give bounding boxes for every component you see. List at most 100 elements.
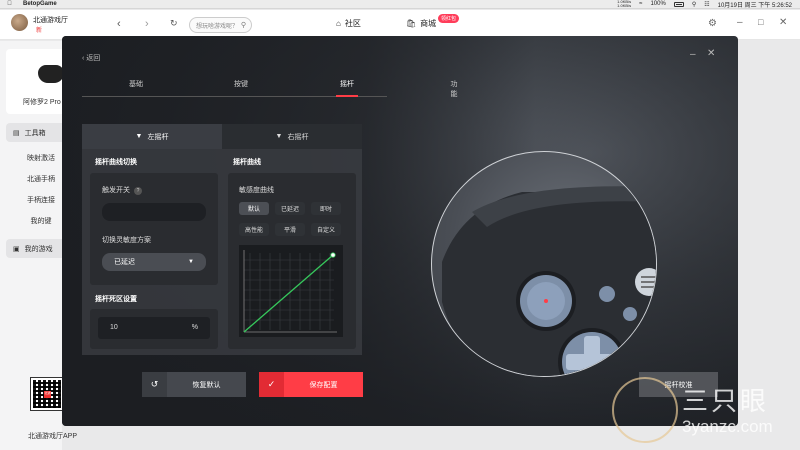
- curve-box: 敏感度曲线 默认 已延迟 即时 高性能 平滑 自定义: [228, 173, 356, 349]
- dpad-horizontal: [566, 354, 618, 370]
- right-stick-icon: ▼: [275, 133, 283, 140]
- maximize-icon[interactable]: □: [758, 17, 763, 27]
- nav-community-label: 社区: [344, 19, 361, 28]
- tab-basic[interactable]: 基础: [129, 79, 143, 89]
- game-controller-icon: ▣: [13, 245, 20, 253]
- nav-mall-label: 商城: [420, 19, 437, 28]
- sidebar-toolbox-label: 工具箱: [24, 129, 46, 137]
- dialog-back-label: 返回: [86, 55, 101, 62]
- minimize-icon[interactable]: –: [737, 17, 743, 28]
- control-center-icon[interactable]: ☷: [704, 1, 709, 8]
- curve-preset-smooth[interactable]: 平滑: [275, 223, 305, 236]
- save-config-button[interactable]: ✓ 保存配置: [259, 372, 363, 397]
- curve-preset-instant[interactable]: 即时: [311, 202, 341, 215]
- spotlight-icon[interactable]: ⚲: [692, 1, 696, 8]
- tab-functions[interactable]: 功能: [451, 79, 458, 99]
- wifi-icon[interactable]: ≈: [639, 1, 642, 7]
- trigger-switch-row: 触发开关?: [102, 185, 142, 195]
- sensitivity-curve-label: 敏感度曲线: [239, 187, 274, 194]
- shopping-bag-icon: 🛍: [406, 19, 417, 28]
- watermark-en: 3yanzc.com: [682, 417, 773, 436]
- refresh-icon[interactable]: ↻: [170, 18, 178, 29]
- deadzone-box: 10 %: [90, 309, 218, 349]
- chevron-left-icon: ‹: [82, 55, 85, 62]
- tab-right-stick[interactable]: ▼ 右摇杆: [222, 124, 362, 149]
- stick-position-dot: [544, 299, 548, 303]
- curve-preset-delayed[interactable]: 已延迟: [275, 202, 305, 215]
- device-name: 阿修罗2 Pro: [23, 99, 61, 106]
- button-home-icon[interactable]: [623, 307, 637, 321]
- curve-end-handle[interactable]: [330, 252, 336, 258]
- apple-icon[interactable]: : [6, 1, 13, 7]
- active-tab-indicator: [336, 95, 358, 97]
- tab-left-stick-label: 左摇杆: [147, 133, 169, 141]
- menubar-app-name[interactable]: BetopGame: [23, 1, 57, 7]
- tab-stick[interactable]: 摇杆: [340, 79, 354, 89]
- sensitivity-scheme-select[interactable]: 已延迟 ▼: [102, 253, 206, 271]
- search-input[interactable]: 想玩啥游戏呢？ ⚲: [189, 17, 252, 33]
- network-speed: 1.0KB/s 1.0KB/s: [617, 0, 631, 8]
- save-config-label: 保存配置: [309, 381, 338, 389]
- watermark-cn: 三只眼: [682, 386, 770, 416]
- settings-tabs: 基础 按键 摇杆 功能: [82, 79, 458, 98]
- sensitivity-scheme-value: 已延迟: [114, 259, 135, 266]
- user-name[interactable]: 北通游戏厅: [33, 15, 68, 25]
- curve-switch-box: 触发开关? 切换灵敏度方案 已延迟 ▼: [90, 173, 218, 285]
- close-icon[interactable]: ✕: [779, 17, 787, 28]
- menubar-datetime[interactable]: 10月19日 周三 下午 5:26:52: [718, 0, 792, 9]
- back-arrow-icon[interactable]: ‹: [117, 18, 121, 30]
- forward-arrow-icon[interactable]: ›: [145, 18, 149, 30]
- deadzone-input[interactable]: 10 %: [98, 317, 210, 339]
- user-level-badge: 新: [36, 28, 43, 34]
- gamepad-icon: [38, 65, 64, 83]
- qr-label: 北通游戏厅APP: [28, 433, 78, 440]
- sidebar-my-games-label: 我的游戏: [24, 245, 53, 253]
- curve-preset-performance[interactable]: 高性能: [239, 223, 269, 236]
- dialog-back-button[interactable]: ‹ 返回: [82, 53, 100, 63]
- stick-selector: ▼ 左摇杆 ▼ 右摇杆: [82, 124, 362, 149]
- qr-logo: 北通: [44, 391, 51, 398]
- menubar-status-area: 1.0KB/s 1.0KB/s ≈ 100% ⚲ ☷ 10月19日 周三 下午 …: [617, 0, 800, 9]
- trigger-switch-field[interactable]: [102, 203, 206, 221]
- caret-down-icon: ▼: [188, 259, 194, 265]
- trigger-switch-label: 触发开关: [102, 187, 130, 194]
- undo-icon: ↺: [142, 372, 167, 397]
- tab-right-stick-label: 右摇杆: [287, 133, 309, 141]
- search-placeholder: 想玩啥游戏呢？: [196, 23, 239, 30]
- curve-switch-title: 摇杆曲线切换: [95, 159, 137, 166]
- battery-icon[interactable]: [673, 1, 684, 7]
- gear-icon[interactable]: ⚙: [708, 18, 717, 29]
- nav-community[interactable]: ⌂ 社区: [336, 18, 361, 29]
- battery-percent: 100%: [650, 1, 666, 7]
- toolbox-icon: ▤: [13, 129, 20, 137]
- stick-settings-panel: 摇杆曲线切换 触发开关? 切换灵敏度方案 已延迟 ▼ 摇杆死区设置 10 % 摇…: [82, 149, 362, 355]
- reset-default-label: 恢复默认: [192, 381, 221, 389]
- dialog-close-icon[interactable]: ✕: [707, 48, 715, 59]
- net-down: 1.0KB/s: [617, 3, 632, 8]
- search-icon[interactable]: ⚲: [241, 21, 246, 29]
- reset-default-button[interactable]: ↺ 恢复默认: [142, 372, 246, 397]
- site-watermark: 三只眼 3yanzc.com: [612, 377, 800, 450]
- deadzone-value: 10: [110, 324, 118, 331]
- deadzone-unit: %: [191, 324, 198, 331]
- sensitivity-scheme-label: 切换灵敏度方案: [102, 237, 151, 244]
- tab-buttons[interactable]: 按键: [234, 79, 248, 89]
- curve-preset-default[interactable]: 默认: [239, 202, 269, 215]
- tab-left-stick[interactable]: ▼ 左摇杆: [82, 124, 222, 149]
- dialog-minimize-icon[interactable]: –: [690, 49, 696, 60]
- curve-preset-custom[interactable]: 自定义: [311, 223, 341, 236]
- left-stick-icon: ▼: [135, 133, 143, 140]
- stick-settings-dialog: ‹ 返回 – ✕ 基础 按键 摇杆 功能 ▼ 左摇杆 ▼ 右摇杆 摇杆曲线切换 …: [62, 36, 738, 426]
- button-share-icon[interactable]: [599, 286, 615, 302]
- macos-menubar:  BetopGame 1.0KB/s 1.0KB/s ≈ 100% ⚲ ☷ 1…: [0, 0, 800, 9]
- user-avatar[interactable]: [11, 14, 28, 31]
- mall-red-packet-badge[interactable]: 领红包: [438, 14, 460, 23]
- home-icon: ⌂: [336, 19, 341, 28]
- help-icon[interactable]: ?: [134, 187, 142, 195]
- controller-illustration: [442, 186, 656, 376]
- checkmark-icon: ✓: [259, 372, 284, 397]
- curve-title: 摇杆曲线: [233, 159, 261, 166]
- controller-preview: [431, 151, 657, 377]
- sensitivity-curve-graph[interactable]: [239, 245, 343, 337]
- nav-mall[interactable]: 🛍 商城: [406, 18, 436, 29]
